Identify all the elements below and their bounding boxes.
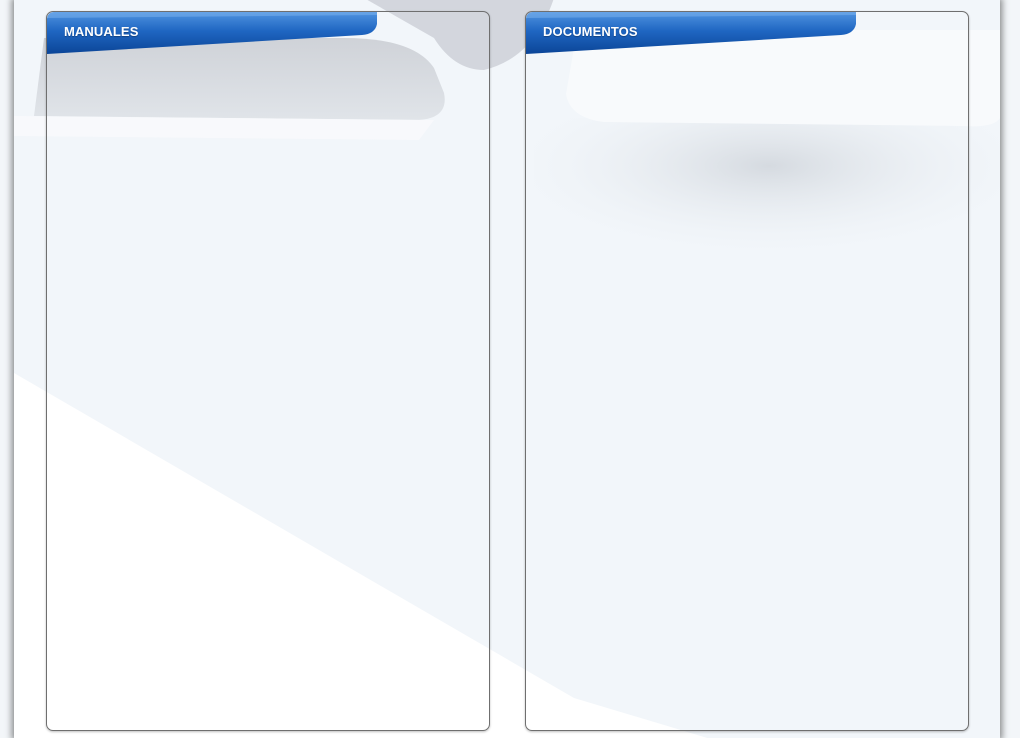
documentos-panel: DOCUMENTOS — [525, 11, 969, 731]
manuales-panel-header: MANUALES — [47, 12, 377, 54]
page: MANUALES DOCUMENTOS — [0, 0, 1020, 738]
documentos-title: DOCUMENTOS — [543, 24, 638, 39]
manuales-panel: MANUALES — [46, 11, 490, 731]
manuales-title: MANUALES — [64, 24, 139, 39]
documentos-panel-header: DOCUMENTOS — [526, 12, 856, 54]
